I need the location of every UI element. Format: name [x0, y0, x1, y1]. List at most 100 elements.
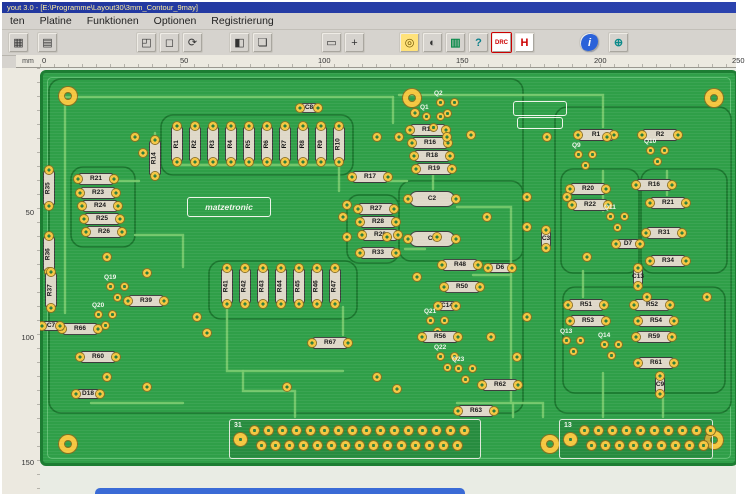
zoom-window-icon[interactable]: ◰: [136, 32, 157, 53]
component-R4[interactable]: R4: [225, 122, 237, 166]
component-R51[interactable]: R51: [564, 299, 608, 311]
drc-icon[interactable]: DRC: [491, 32, 512, 53]
component-R7[interactable]: R7: [279, 122, 291, 166]
component-R33[interactable]: R33: [356, 247, 400, 259]
component-D18[interactable]: D18: [72, 389, 104, 399]
pattern-icon[interactable]: ▤: [37, 32, 58, 53]
menu-ten[interactable]: ten: [10, 15, 25, 27]
component-R8[interactable]: R8: [297, 122, 309, 166]
copy-icon[interactable]: ❏: [252, 32, 273, 53]
component-R42[interactable]: R42: [239, 264, 251, 308]
edge-connector[interactable]: 13: [559, 419, 715, 459]
component-R50[interactable]: R50: [440, 281, 484, 293]
component-R43[interactable]: R43: [257, 264, 269, 308]
component-Q13[interactable]: Q13: [560, 328, 587, 355]
component-D7[interactable]: D7: [612, 239, 644, 249]
component-R26[interactable]: R26: [82, 226, 126, 238]
menu-funktionen[interactable]: Funktionen: [87, 15, 139, 27]
component-R47[interactable]: R47: [329, 264, 341, 308]
component-D6[interactable]: D6: [484, 263, 516, 273]
component-R21[interactable]: R21: [646, 197, 690, 209]
highlight-icon[interactable]: H: [514, 32, 535, 53]
component-R48[interactable]: R48: [438, 259, 482, 271]
rotate-icon[interactable]: ⟳: [182, 32, 203, 53]
component-C9[interactable]: C9: [655, 372, 665, 398]
component-C5[interactable]: C5: [404, 231, 460, 247]
component-R5[interactable]: R5: [243, 122, 255, 166]
component-R10[interactable]: R10: [333, 122, 345, 166]
component-R44[interactable]: R44: [275, 264, 287, 308]
component-R16[interactable]: R16: [632, 179, 676, 191]
component-R61[interactable]: R61: [634, 357, 678, 369]
help-icon[interactable]: ?: [468, 32, 489, 53]
select-icon[interactable]: ▭: [321, 32, 342, 53]
component-silkscreen-box[interactable]: [513, 101, 567, 116]
component-R37[interactable]: R37: [45, 268, 57, 312]
component-silkscreen-box[interactable]: [517, 117, 563, 129]
component-R18[interactable]: R18: [410, 150, 454, 162]
flip-icon[interactable]: ◧: [229, 32, 250, 53]
component-C8[interactable]: C8: [296, 103, 322, 113]
component-R14[interactable]: R14: [149, 136, 161, 180]
component-R59[interactable]: R59: [632, 331, 676, 343]
component-R53[interactable]: R53: [566, 315, 610, 327]
component-R6[interactable]: R6: [261, 122, 273, 166]
component-C3[interactable]: C3: [541, 226, 551, 252]
menu-registrierung[interactable]: Registrierung: [211, 15, 273, 27]
component-R63[interactable]: R63: [454, 405, 498, 417]
component-R39[interactable]: R39: [124, 295, 168, 307]
component-R1[interactable]: R1: [171, 122, 183, 166]
component-Q10[interactable]: Q10: [644, 138, 671, 165]
component-Q1[interactable]: Q1: [420, 104, 447, 131]
test-photoview-icon[interactable]: ▥: [445, 32, 466, 53]
component-R31[interactable]: R31: [642, 227, 686, 239]
component-R56[interactable]: R56: [418, 331, 462, 343]
component-R36[interactable]: R36: [43, 232, 55, 276]
component-R23[interactable]: R23: [76, 187, 120, 199]
info-icon[interactable]: i: [579, 32, 600, 53]
component-Q20[interactable]: Q20: [92, 302, 119, 329]
component-Q9[interactable]: Q9: [572, 142, 599, 169]
component-R20[interactable]: R20: [566, 183, 610, 195]
component-R46[interactable]: R46: [311, 264, 323, 308]
component-R29[interactable]: R29: [358, 229, 402, 241]
component-R2[interactable]: R2: [189, 122, 201, 166]
pcb-canvas[interactable]: R1 R2 R3 R4 R5 R6 R7 R8 R9 R10 R14 C8 R41 R42 R43 R44 R4…: [40, 68, 736, 494]
contrast-icon[interactable]: ◐: [422, 32, 443, 53]
component-R19[interactable]: R19: [412, 163, 456, 175]
component-C7[interactable]: C7: [40, 321, 64, 331]
component-R54[interactable]: R54: [634, 315, 678, 327]
component-R41[interactable]: R41: [221, 264, 233, 308]
component-C2[interactable]: C2: [404, 191, 460, 207]
component-R66[interactable]: R66: [58, 323, 102, 335]
component-R67[interactable]: R67: [308, 337, 352, 349]
menu-platine[interactable]: Platine: [40, 15, 72, 27]
component-R35[interactable]: R35: [43, 166, 55, 210]
component-matzetronic[interactable]: matzetronic: [187, 197, 271, 217]
titlebar[interactable]: yout 3.0 - [E:\Programme\Layout30\3mm_Co…: [2, 2, 736, 13]
edge-connector[interactable]: 31: [229, 419, 481, 459]
component-Q14[interactable]: Q14: [598, 332, 625, 359]
component-R22[interactable]: R22: [568, 199, 612, 211]
component-R9[interactable]: R9: [315, 122, 327, 166]
component-R62[interactable]: R62: [478, 379, 522, 391]
component-C13[interactable]: C13: [632, 264, 644, 290]
pcb-board[interactable]: R1 R2 R3 R4 R5 R6 R7 R8 R9 R10 R14 C8 R41 R42 R43 R44 R4…: [40, 70, 736, 466]
component-R52[interactable]: R52: [630, 299, 674, 311]
component-R45[interactable]: R45: [293, 264, 305, 308]
component-Q11[interactable]: Q11: [604, 204, 631, 231]
move-icon[interactable]: +: [344, 32, 365, 53]
component-R24[interactable]: R24: [78, 200, 122, 212]
component-C14[interactable]: C14: [434, 301, 460, 311]
component-R16[interactable]: R16: [408, 137, 452, 149]
magnifier-icon[interactable]: ◎: [399, 32, 420, 53]
component-R60[interactable]: R60: [76, 351, 120, 363]
component-Q23[interactable]: Q23: [452, 356, 479, 383]
component-R25[interactable]: R25: [80, 213, 124, 225]
component-R34[interactable]: R34: [646, 255, 690, 267]
component-R27[interactable]: R27: [354, 203, 398, 215]
new-board-icon[interactable]: ◻: [159, 32, 180, 53]
component-R17[interactable]: R17: [348, 171, 392, 183]
component-R28[interactable]: R28: [356, 216, 400, 228]
component-R3[interactable]: R3: [207, 122, 219, 166]
